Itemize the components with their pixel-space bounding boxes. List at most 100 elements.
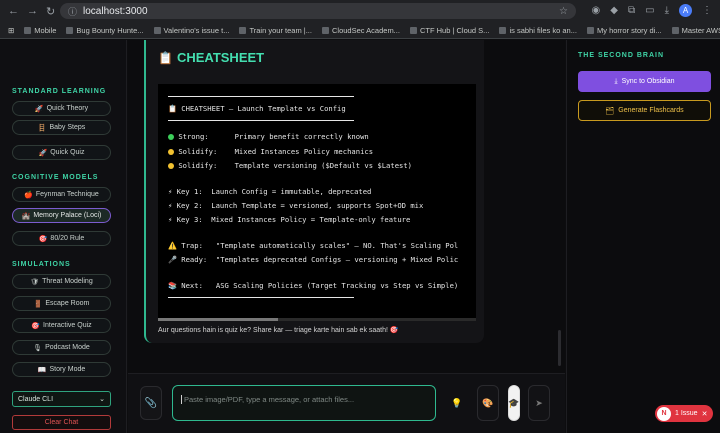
palette-button[interactable]: 🎨 [477,385,499,421]
bookmark-item[interactable]: Mobile [24,26,56,35]
palette-icon: 🎨 [482,397,494,408]
green-circle-icon [168,133,174,140]
scrollbar-thumb[interactable] [158,318,278,321]
rocket-icon: 🚀 [34,105,44,113]
bookmark-item[interactable]: Valentino's issue t... [153,26,229,35]
back-icon[interactable]: ← [8,5,19,18]
sidebar-item-podcast-mode[interactable]: 🎙 Podcast Mode [12,340,111,355]
sidebar-item-feynman[interactable]: 🍎 Feynman Technique [12,187,111,202]
generate-flashcards-button[interactable]: 🗂 Generate Flashcards [578,100,711,121]
code-line-solidify: Solidify: Template versioning ($Default … [168,161,412,171]
bookmark-item[interactable]: Master AWS Secur... [671,26,720,35]
nextjs-logo-icon: N [657,406,671,421]
code-line-strong: Strong: Primary benefit correctly known [168,132,369,142]
castle-icon: 🏰 [21,212,31,220]
favicon-icon [239,26,247,34]
mode-toggle-button[interactable]: 🎓 [508,385,520,421]
sync-obsidian-button[interactable]: ⤓ Sync to Obsidian [578,71,711,92]
favicon-icon [321,26,329,34]
extension-icon[interactable]: ◆ [610,5,618,16]
code-line-key: ⚡ Key 3: Mixed Instances Policy = Templa… [168,215,411,224]
code-line-ready: 🎤 Ready: "Templates deprecated Configs —… [168,255,459,264]
bookmark-item[interactable]: is sabhi files ko an... [499,26,577,35]
browser-toolbar: ← → ↻ ⓘ localhost:3000 ☆ ◉ ◆ ⧉ ▭ ⤓ A ⋮ [0,0,720,22]
section-title-simulations: SIMULATIONS [12,261,71,268]
bookmark-item[interactable]: Train your team |... [239,26,312,35]
microphone-icon: 🎙 [33,344,43,352]
flashcard-icon: 🗂 [605,107,615,115]
bookmarks-bar: ⊞ Mobile Bug Bounty Hunte... Valentino's… [0,22,720,39]
door-icon: 🚪 [33,300,43,308]
code-line-key: ⚡ Key 2: Launch Template = versioned, su… [168,201,424,210]
sidebar-item-quick-theory[interactable]: 🚀 Quick Theory [12,101,111,116]
code-line-header: 📋 CHEATSHEET — Launch Template vs Config [168,104,346,113]
message-footer-text: Aur questions hain is quiz ke? Share kar… [158,327,399,334]
download-icon: ⤓ [614,77,618,85]
sidebar-item-interactive-quiz[interactable]: 🎯 Interactive Quiz [12,318,111,333]
paperclip-icon: 📎 [144,397,158,409]
divider [168,96,354,97]
bookmark-item[interactable]: CloudSec Academ... [321,26,400,35]
shield-icon: 🛡 [30,278,40,286]
puzzle-icon[interactable]: ⧉ [628,5,635,16]
folder-icon [24,26,32,34]
issues-badge[interactable]: N 1 Issue ✕ [655,405,713,422]
model-select[interactable]: Claude CLI ⌄ [12,391,111,407]
panel-title: THE SECOND BRAIN [578,52,665,59]
section-title-standard: STANDARD LEARNING [12,88,107,95]
send-icon: ➤ [535,397,543,408]
bookmark-item[interactable]: My horror story di... [586,26,662,35]
sidebar-item-80-20[interactable]: 🎯 80/20 Rule [12,231,111,246]
ladder-icon: 🪜 [37,124,47,132]
extension-icons: ◉ ◆ ⧉ ▭ ⤓ A ⋮ [592,4,712,17]
composer: 📎 Paste image/PDF, type a message, or at… [128,373,565,433]
sidebar-toggle-icon[interactable]: ▭ [645,5,654,16]
browser-nav: ← → ↻ [0,5,60,18]
sidebar-item-story-mode[interactable]: 📖 Story Mode [12,362,111,377]
bookmark-item[interactable]: CTF Hub | Cloud S... [409,26,489,35]
sidebar-item-escape-room[interactable]: 🚪 Escape Room [12,296,111,311]
forward-icon[interactable]: → [27,5,38,18]
sidebar-item-memory-palace[interactable]: 🏰 Memory Palace (Loci) [12,208,111,223]
target-icon: 🎯 [38,235,48,243]
sidebar-item-threat-modeling[interactable]: 🛡 Threat Modeling [12,274,111,289]
bookmark-star-icon[interactable]: ☆ [559,6,568,17]
lightbulb-button[interactable]: 💡 [446,385,468,421]
message-card: 📋 CHEATSHEET 📋 CHEATSHEET — Launch Templ… [144,40,484,343]
address-bar[interactable]: ⓘ localhost:3000 ☆ [60,3,576,19]
apps-icon[interactable]: ⊞ [8,26,14,35]
download-icon[interactable]: ⤓ [665,5,669,16]
bookmark-item[interactable]: Bug Bounty Hunte... [66,26,144,35]
section-title-cognitive: COGNITIVE MODELS [12,174,99,181]
code-horizontal-scrollbar[interactable] [158,318,476,321]
favicon-icon [153,26,161,34]
sidebar-item-baby-steps[interactable]: 🪜 Baby Steps [12,120,111,135]
book-icon: 📖 [37,366,47,374]
profile-avatar[interactable]: A [679,4,692,17]
sidebar-item-quick-quiz[interactable]: 🚀 Quick Quiz [12,145,111,160]
cheatsheet-code-block: 📋 CHEATSHEET — Launch Template vs Config… [158,84,476,320]
favicon-icon [409,26,417,34]
send-button[interactable]: ➤ [528,385,550,421]
reload-icon[interactable]: ↻ [46,5,55,18]
message-input[interactable]: Paste image/PDF, type a message, or atta… [172,385,436,421]
chat-vertical-scrollbar[interactable] [558,330,561,366]
divider [168,297,354,298]
close-icon[interactable]: ✕ [702,410,708,418]
text-caret [181,395,182,404]
clear-chat-button[interactable]: Clear Chat [12,415,111,430]
divider [168,120,354,121]
code-line-next: 📚 Next: ASG Scaling Policies (Target Tra… [168,281,459,290]
card-title: 📋 CHEATSHEET [158,50,265,65]
attach-button[interactable]: 📎 [140,386,162,420]
site-info-icon[interactable]: ⓘ [68,5,77,18]
lightbulb-icon: 💡 [451,397,463,408]
folder-icon [66,26,74,34]
menu-icon[interactable]: ⋮ [702,5,712,16]
right-panel: THE SECOND BRAIN ⤓ Sync to Obsidian 🗂 Gene… [566,40,720,433]
extension-icon[interactable]: ◉ [592,5,601,16]
favicon-icon [499,26,507,34]
code-line-trap: ⚠️ Trap: "Template automatically scales"… [168,241,459,250]
clipboard-icon: 📋 [158,50,173,65]
sidebar: STANDARD LEARNING 🚀 Quick Theory 🪜 Baby St… [0,40,127,433]
